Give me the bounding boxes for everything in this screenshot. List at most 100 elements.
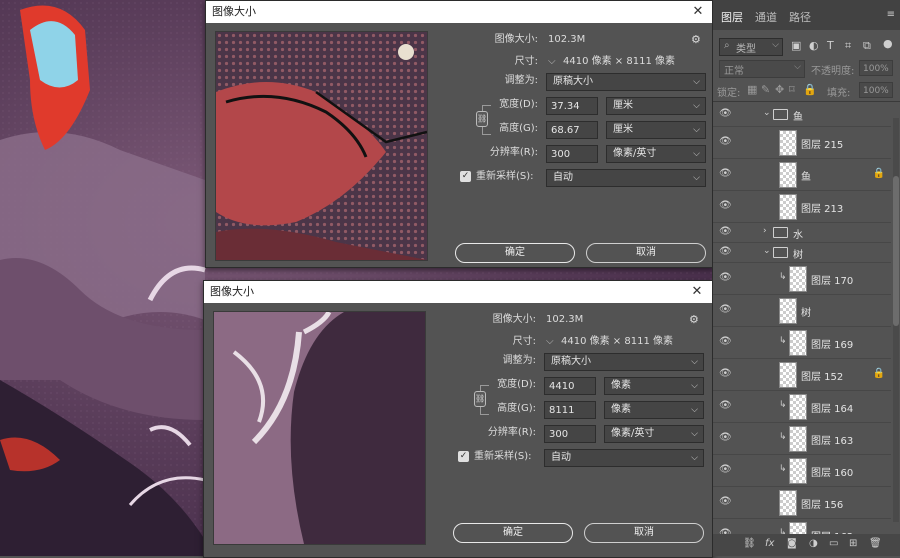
layer-row[interactable]: 👁 ↳ 图层 163 <box>713 422 891 455</box>
layer-row[interactable]: 👁↳图层 162 <box>713 518 891 534</box>
resolution-input[interactable]: 300 <box>546 145 598 163</box>
fx-icon[interactable]: fx <box>765 538 774 549</box>
layer-row[interactable]: 👁 树 <box>713 294 891 327</box>
layer-row[interactable]: 👁 ↳ 图层 169 <box>713 326 891 359</box>
lock-all-icon[interactable]: 🔒 <box>803 83 817 96</box>
eye-icon[interactable]: 👁 <box>719 400 733 411</box>
width-unit-select[interactable]: 像素 ⌵ <box>604 377 704 395</box>
close-icon[interactable]: ✕ <box>690 281 704 303</box>
lock-transparent-icon[interactable]: ▦ <box>747 83 757 96</box>
filter-kind-select[interactable]: ⌕ 类型 ⌵ <box>719 38 783 56</box>
resample-select[interactable]: 自动 ⌵ <box>546 169 706 187</box>
eye-icon[interactable]: 👁 <box>719 108 733 119</box>
height-input[interactable]: 68.67 <box>546 121 598 139</box>
layer-thumbnail[interactable] <box>779 194 797 220</box>
layer-thumbnail[interactable] <box>779 130 797 156</box>
layer-thumbnail[interactable] <box>779 162 797 188</box>
close-icon[interactable]: ✕ <box>691 1 705 23</box>
gear-icon[interactable]: ⚙ <box>689 313 699 326</box>
chevron-right-icon[interactable]: › <box>763 226 767 236</box>
blend-mode-select[interactable]: 正常 ⌵ <box>719 60 805 78</box>
width-unit-select[interactable]: 厘米 ⌵ <box>606 97 706 115</box>
trash-icon[interactable]: 🗑 <box>869 538 882 549</box>
eye-icon[interactable]: 👁 <box>719 226 733 237</box>
layer-row[interactable]: 👁 ↳ 图层 164 <box>713 390 891 423</box>
lock-artboard-icon[interactable]: ⌑ <box>789 83 795 96</box>
height-unit-select[interactable]: 像素 ⌵ <box>604 401 704 419</box>
dialog-title-bar[interactable]: 图像大小 ✕ <box>206 1 713 23</box>
eye-icon[interactable]: 👁 <box>719 368 733 379</box>
width-input[interactable]: 37.34 <box>546 97 598 115</box>
height-input[interactable]: 8111 <box>544 401 596 419</box>
chevron-down-icon[interactable]: ⌵ <box>548 52 556 72</box>
layer-thumbnail[interactable] <box>789 330 807 356</box>
eye-icon[interactable]: 👁 <box>719 246 733 257</box>
eye-icon[interactable]: 👁 <box>719 136 733 147</box>
layer-row[interactable]: 👁 ⌄ 树 <box>713 242 891 263</box>
adjustment-icon[interactable]: ◑ <box>809 538 818 549</box>
chevron-down-icon[interactable]: ⌄ <box>763 108 771 118</box>
tab-paths[interactable]: 路径 <box>789 9 811 25</box>
fit-to-select[interactable]: 原稿大小 ⌵ <box>544 353 704 371</box>
new-layer-icon[interactable]: ⊞ <box>849 538 857 549</box>
chevron-down-icon[interactable]: ⌵ <box>546 332 554 352</box>
layer-thumbnail[interactable] <box>789 426 807 452</box>
panel-menu-icon[interactable]: ≡ <box>887 9 895 20</box>
eye-icon[interactable]: 👁 <box>719 304 733 315</box>
resolution-unit-select[interactable]: 像素/英寸 ⌵ <box>604 425 704 443</box>
layer-thumbnail[interactable] <box>789 266 807 292</box>
image-preview[interactable] <box>215 31 428 261</box>
group-icon[interactable]: ▭ <box>829 538 838 549</box>
layers-scrollbar[interactable] <box>893 118 899 522</box>
layer-row[interactable]: 👁 图层 215 <box>713 126 891 159</box>
resample-checkbox[interactable]: ✓ <box>458 451 469 462</box>
eye-icon[interactable]: 👁 <box>719 464 733 475</box>
mask-icon[interactable]: ◙ <box>787 538 797 549</box>
eye-icon[interactable]: 👁 <box>719 168 733 179</box>
lock-image-icon[interactable]: ✎ <box>761 83 770 96</box>
cancel-button[interactable]: 取消 <box>584 523 704 543</box>
resample-checkbox[interactable]: ✓ <box>460 171 471 182</box>
scrollbar-thumb[interactable] <box>893 176 899 326</box>
adjustment-filter-icon[interactable]: ◐ <box>809 39 819 52</box>
cancel-button[interactable]: 取消 <box>586 243 706 263</box>
filter-toggle-icon[interactable]: ● <box>883 37 893 50</box>
layer-row[interactable]: 👁 图层 156 <box>713 486 891 519</box>
gear-icon[interactable]: ⚙ <box>691 33 701 46</box>
layer-thumbnail[interactable] <box>779 298 797 324</box>
layer-row[interactable]: 👁 图层 152 🔒 <box>713 358 891 391</box>
resolution-input[interactable]: 300 <box>544 425 596 443</box>
ok-button[interactable]: 确定 <box>453 523 573 543</box>
eye-icon[interactable]: 👁 <box>719 432 733 443</box>
eye-icon[interactable]: 👁 <box>719 200 733 211</box>
pixel-filter-icon[interactable]: ▣ <box>791 39 801 52</box>
layer-thumbnail[interactable] <box>779 362 797 388</box>
layer-row[interactable]: 👁 鱼 🔒 <box>713 158 891 191</box>
type-filter-icon[interactable]: T <box>827 39 834 52</box>
dialog-title-bar[interactable]: 图像大小 ✕ <box>204 281 712 303</box>
eye-icon[interactable]: 👁 <box>719 272 733 283</box>
resample-select[interactable]: 自动 ⌵ <box>544 449 704 467</box>
layer-row[interactable]: 👁 ⌄ 鱼 <box>713 102 891 127</box>
chevron-down-icon[interactable]: ⌄ <box>763 246 771 256</box>
layer-row[interactable]: 👁 ↳ 图层 160 <box>713 454 891 487</box>
link-icon[interactable]: ⛓ <box>743 538 756 549</box>
lock-position-icon[interactable]: ✥ <box>775 83 784 96</box>
smart-object-filter-icon[interactable]: ⧉ <box>863 39 871 53</box>
resolution-unit-select[interactable]: 像素/英寸 ⌵ <box>606 145 706 163</box>
height-unit-select[interactable]: 厘米 ⌵ <box>606 121 706 139</box>
eye-icon[interactable]: 👁 <box>719 336 733 347</box>
image-preview[interactable] <box>213 311 426 545</box>
fill-input[interactable]: 100% <box>859 82 893 98</box>
layer-row[interactable]: 👁 图层 213 <box>713 190 891 223</box>
ok-button[interactable]: 确定 <box>455 243 575 263</box>
layer-row[interactable]: 👁 ↳ 图层 170 <box>713 262 891 295</box>
tab-layers[interactable]: 图层 <box>721 9 743 25</box>
layer-thumbnail[interactable] <box>789 522 807 534</box>
width-input[interactable]: 4410 <box>544 377 596 395</box>
tab-channels[interactable]: 通道 <box>755 9 777 25</box>
fit-to-select[interactable]: 原稿大小 ⌵ <box>546 73 706 91</box>
opacity-input[interactable]: 100% <box>859 60 893 76</box>
layer-thumbnail[interactable] <box>789 394 807 420</box>
layer-row[interactable]: 👁 › 水 <box>713 222 891 243</box>
